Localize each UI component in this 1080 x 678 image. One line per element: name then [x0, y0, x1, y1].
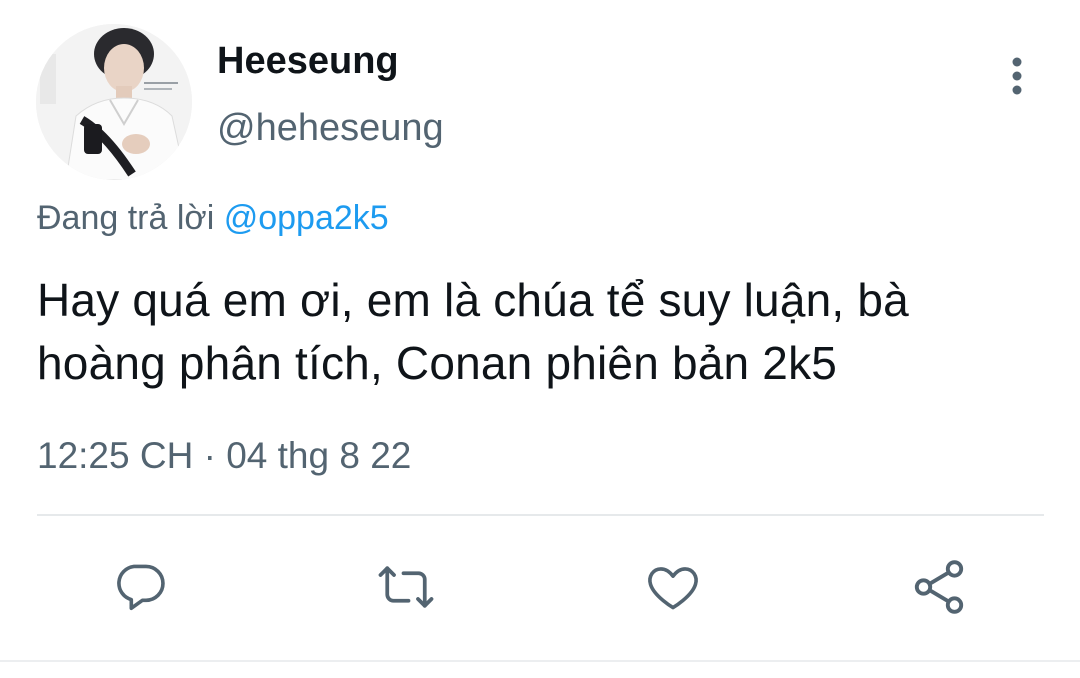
display-name[interactable]: Heeseung: [217, 38, 399, 84]
heart-icon: [648, 567, 698, 610]
replying-to-line: Đang trả lời @oppa2k5: [37, 196, 389, 240]
share-button[interactable]: [907, 555, 971, 619]
reply-button[interactable]: [108, 555, 172, 619]
like-button[interactable]: [641, 555, 705, 619]
user-handle[interactable]: @heheseung: [217, 105, 444, 151]
avatar[interactable]: [36, 24, 192, 180]
replying-to-label: Đang trả lời: [37, 199, 215, 237]
retweet-button[interactable]: [374, 555, 438, 619]
tweet-timestamp[interactable]: 12:25 CH · 04 thg 8 22: [37, 433, 411, 479]
divider: [37, 514, 1044, 516]
more-options-button[interactable]: [998, 52, 1036, 100]
share-icon: [914, 560, 964, 614]
reply-icon: [117, 564, 165, 611]
reply-mention-link[interactable]: @oppa2k5: [224, 199, 389, 237]
tweet-text: Hay quá em ơi, em là chúa tể suy luận, b…: [37, 274, 909, 389]
bottom-divider: [0, 660, 1080, 662]
more-vertical-icon: [1012, 57, 1022, 95]
avatar-photo: [36, 24, 192, 180]
retweet-icon: [378, 566, 434, 608]
